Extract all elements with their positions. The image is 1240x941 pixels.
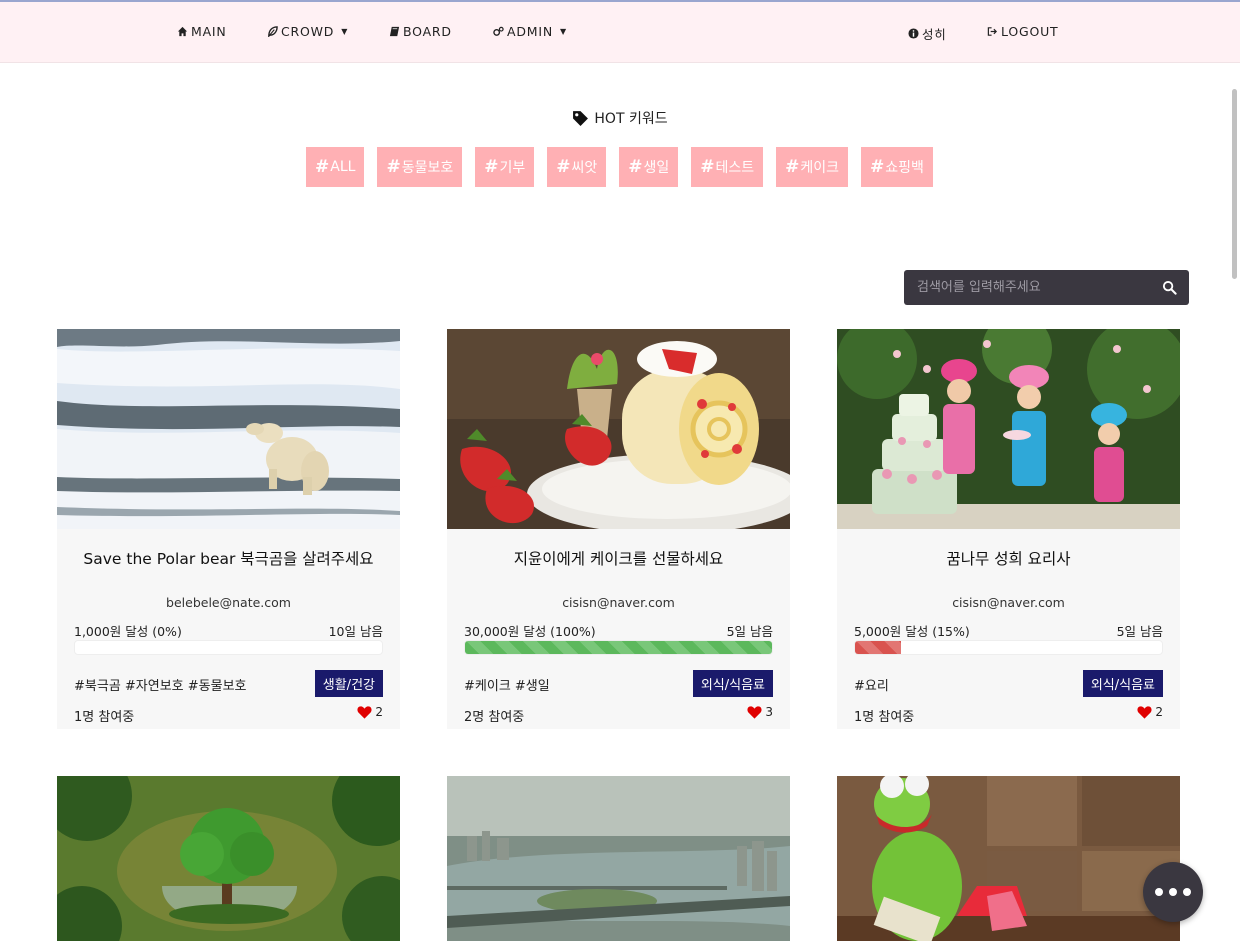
campaign-author-email: belebele@nate.com (166, 595, 291, 610)
keyword-tag[interactable]: # ALL (306, 147, 365, 187)
campaign-card[interactable]: 지윤이에게 케이크를 선물하세요 cisisn@naver.com 30,000… (447, 329, 790, 729)
campaign-card[interactable] (837, 776, 1180, 941)
keyword-tag[interactable]: # 동물보호 (377, 147, 463, 187)
campaign-card[interactable] (447, 776, 790, 941)
nav-user-label: 성히 (922, 27, 947, 42)
scrollbar-thumb[interactable] (1232, 89, 1237, 279)
campaign-card[interactable] (57, 776, 400, 941)
ellipsis-dot-icon (1169, 888, 1177, 896)
hash-icon: # (556, 157, 571, 177)
nav-logout[interactable]: LOGOUT (987, 24, 1058, 39)
participant-count: 1명 참여중 (74, 710, 135, 725)
days-left: 10일 남음 (328, 624, 383, 639)
home-icon (177, 26, 188, 37)
campaign-title[interactable]: 꿈나무 성희 요리사 (837, 547, 1180, 569)
keyword-tag[interactable]: # 쇼핑백 (861, 147, 933, 187)
search-icon[interactable] (1162, 280, 1177, 295)
nav-user-info[interactable]: 성히 (908, 24, 947, 43)
like-count-value: 2 (375, 705, 383, 719)
leaf-icon (268, 26, 278, 37)
funding-status: 5,000원 달성 (15%) (854, 624, 970, 639)
chevron-down-icon: ▼ (341, 27, 349, 36)
like-count-value: 2 (1155, 705, 1163, 719)
kermit-frog-photo[interactable] (837, 776, 1180, 941)
nav-main-label: MAIN (191, 24, 227, 39)
tag-icon (573, 110, 589, 126)
campaign-card[interactable]: 꿈나무 성희 요리사 cisisn@naver.com 5,000원 달성 (1… (837, 329, 1180, 729)
keyword-tag-list: # ALL # 동물보호 # 기부 # 씨앗 # 생일 # 테스트 # 케이크 # 쇼핑백 (306, 147, 933, 187)
gears-icon (493, 26, 504, 36)
book-icon (389, 26, 400, 37)
heart-icon[interactable] (747, 705, 762, 719)
like-count-value: 3 (765, 705, 773, 719)
like-count[interactable]: 3 (747, 705, 773, 719)
nav-crowd-dropdown[interactable]: CROWD ▼ (267, 24, 348, 39)
nav-board-label: BOARD (403, 24, 452, 39)
hash-icon: # (315, 157, 330, 177)
tree-in-glass-photo[interactable] (57, 776, 400, 941)
keyword-tag[interactable]: # 테스트 (691, 147, 764, 187)
participant-count: 2명 참여중 (464, 710, 525, 725)
nav-board[interactable]: BOARD (389, 24, 452, 39)
hot-keywords-title: HOT 키워드 (594, 111, 668, 127)
nav-main[interactable]: MAIN (177, 24, 227, 39)
progress-fill (465, 641, 772, 654)
polar-bear-photo[interactable] (57, 329, 400, 529)
campaign-hashtags: #케이크 #생일 (464, 679, 550, 694)
keyword-tag[interactable]: # 씨앗 (547, 147, 607, 187)
days-left: 5일 남음 (726, 624, 773, 639)
progress-fill (855, 641, 902, 654)
heart-icon[interactable] (357, 705, 372, 719)
more-options-button[interactable] (1143, 862, 1203, 922)
like-count[interactable]: 2 (357, 705, 383, 719)
hash-icon: # (386, 157, 401, 177)
campaign-hashtags: #요리 (854, 679, 889, 694)
funding-status: 30,000원 달성 (100%) (464, 624, 596, 639)
hash-icon: # (628, 157, 643, 177)
campaign-title[interactable]: Save the Polar bear 북극곰을 살려주세요 (57, 547, 400, 569)
strawberry-roll-cake-photo[interactable] (447, 329, 790, 529)
campaign-author-email: cisisn@naver.com (952, 595, 1065, 610)
search-bar (904, 270, 1189, 305)
top-navbar: MAIN CROWD ▼ BOARD ADMIN ▼ 성히 LOGOUT (0, 0, 1240, 63)
campaign-hashtags: #북극곰 #자연보호 #동물보호 (74, 679, 247, 694)
funding-progress-bar (464, 640, 773, 655)
ellipsis-dot-icon (1183, 888, 1191, 896)
hash-icon: # (700, 157, 715, 177)
hot-keywords-heading: HOT 키워드 (0, 108, 1240, 128)
keyword-tag[interactable]: # 케이크 (776, 147, 849, 187)
campaign-title[interactable]: 지윤이에게 케이크를 선물하세요 (447, 547, 790, 569)
participant-count: 1명 참여중 (854, 710, 915, 725)
sign-out-icon (987, 27, 998, 36)
han-river-city-photo[interactable] (447, 776, 790, 941)
kids-chefs-cake-photo[interactable] (837, 329, 1180, 529)
heart-icon[interactable] (1137, 705, 1152, 719)
info-circle-icon (908, 28, 919, 39)
nav-logout-label: LOGOUT (1001, 24, 1059, 39)
search-input[interactable] (904, 270, 1154, 305)
page-scrollbar[interactable] (1228, 63, 1240, 941)
category-badge[interactable]: 외식/식음료 (692, 670, 773, 697)
nav-admin-label: ADMIN (507, 24, 553, 39)
funding-status: 1,000원 달성 (0%) (74, 624, 182, 639)
hash-icon: # (484, 157, 499, 177)
keyword-tag[interactable]: # 생일 (619, 147, 679, 187)
category-badge[interactable]: 생활/건강 (314, 670, 383, 697)
hash-icon: # (785, 157, 800, 177)
keyword-tag[interactable]: # 기부 (475, 147, 535, 187)
ellipsis-dot-icon (1155, 888, 1163, 896)
category-badge[interactable]: 외식/식음료 (1082, 670, 1163, 697)
hash-icon: # (870, 157, 885, 177)
funding-progress-bar (854, 640, 1163, 655)
funding-progress-bar (74, 640, 383, 655)
nav-crowd-label: CROWD (281, 24, 335, 39)
chevron-down-icon: ▼ (560, 27, 567, 36)
nav-admin-dropdown[interactable]: ADMIN ▼ (493, 24, 567, 39)
like-count[interactable]: 2 (1137, 705, 1163, 719)
campaign-author-email: cisisn@naver.com (562, 595, 675, 610)
campaign-card[interactable]: Save the Polar bear 북극곰을 살려주세요 belebele@… (57, 329, 400, 729)
days-left: 5일 남음 (1116, 624, 1163, 639)
